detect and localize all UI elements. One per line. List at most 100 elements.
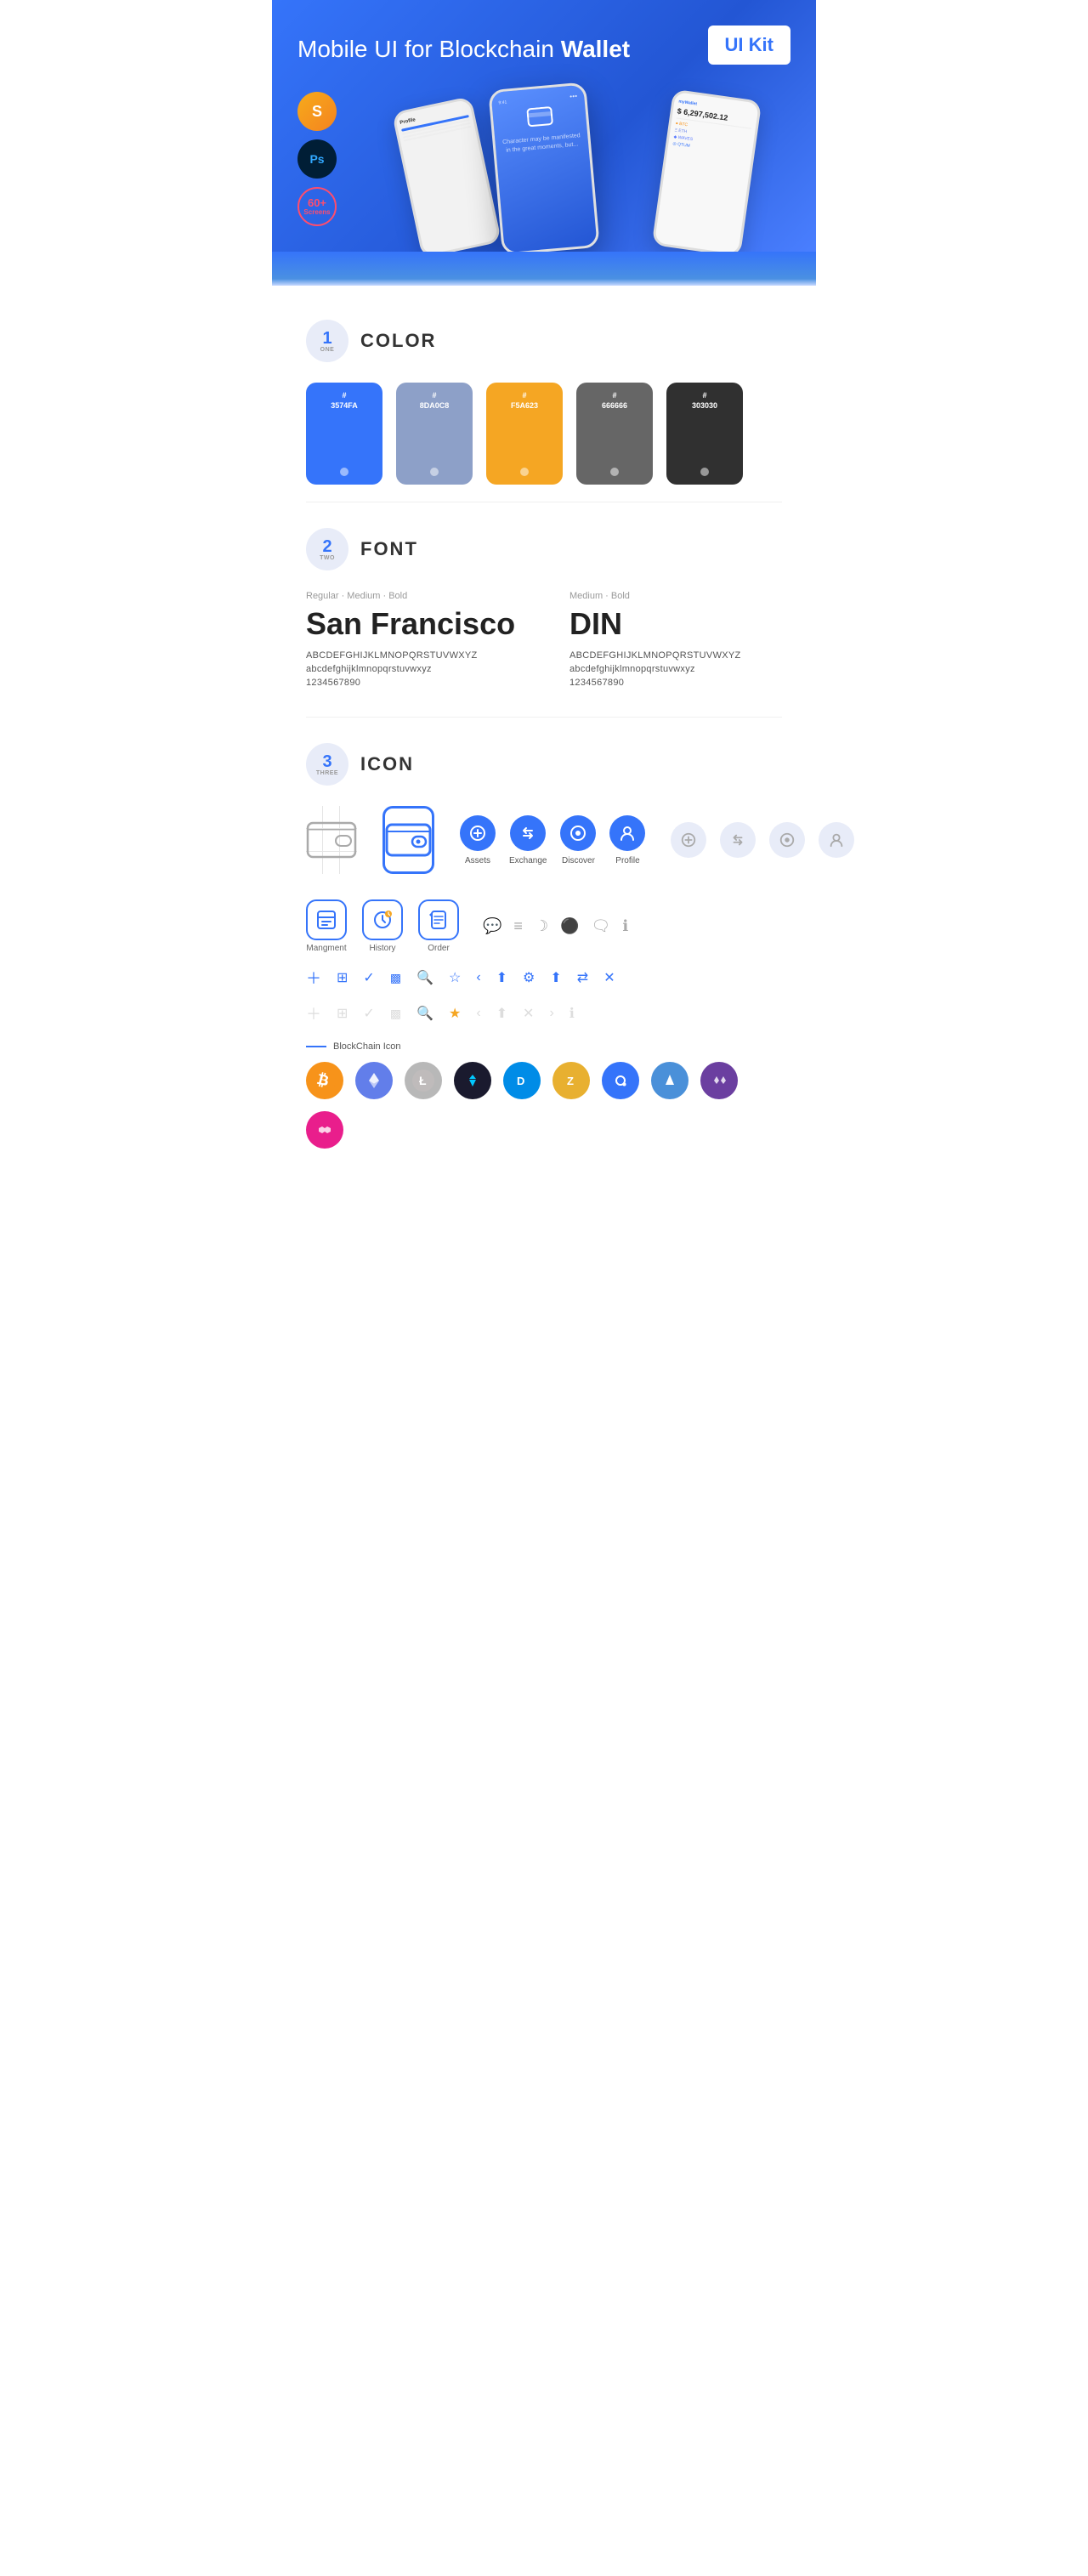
profile-icon [618, 824, 637, 843]
nav-icon-discover: Discover [560, 815, 596, 865]
management-icon-border [306, 899, 347, 940]
polygon-icon [313, 1118, 337, 1142]
exchange-circle [510, 815, 546, 851]
swatch-card-grayblue: #8DA0C8 [396, 383, 473, 485]
stratis-coin [454, 1062, 491, 1099]
num-badge-1: 1 ONE [306, 320, 348, 362]
stratis-icon [461, 1069, 484, 1092]
color-title: COLOR [360, 330, 436, 352]
augur-icon [658, 1069, 682, 1092]
font-col-din: Medium · Bold DIN ABCDEFGHIJKLMNOPQRSTUV… [570, 591, 782, 691]
nano-icon [707, 1069, 731, 1092]
polygon-coin [306, 1111, 343, 1149]
svg-text:D: D [517, 1075, 524, 1087]
font-section: 2 TWO FONT Regular · Medium · Bold San F… [272, 502, 816, 717]
color-swatch-dark: #303030 [666, 383, 743, 485]
share-icon-ghost: ⬆ [496, 1005, 507, 1022]
wallet-solid-icon [385, 820, 432, 860]
font-name-sf: San Francisco [306, 606, 518, 642]
qr-icon-ghost: ▩ [390, 1007, 401, 1021]
ghost-discover-icon [769, 822, 805, 858]
history-label: History [369, 944, 395, 953]
ghost-icons-group [671, 822, 854, 858]
ghost-exchange-icon [720, 822, 756, 858]
forward-icon-ghost: › [549, 1006, 553, 1021]
nav-icon-profile: Profile [609, 815, 645, 865]
augur-coin [651, 1062, 688, 1099]
swap-icon-active: ⇄ [577, 969, 588, 986]
profile-label: Profile [615, 856, 639, 865]
ghost-profile-icon [819, 822, 854, 858]
blockchain-line [306, 1046, 326, 1047]
dash-coin: D [503, 1062, 541, 1099]
zcash-icon: Z [559, 1069, 583, 1092]
font-nums-sf: 1234567890 [306, 678, 518, 688]
utility-icons-active: ＋ ⊞ ✓ ▩ 🔍 ☆ ‹ ⬆ ⚙ ⬆ ⇄ ✕ [306, 967, 782, 989]
upload-icon-active: ⬆ [550, 969, 561, 986]
nav-icons-group: Assets Exchange Discove [460, 815, 645, 865]
num-badge-2: 2 TWO [306, 528, 348, 570]
section-number-icon: 3 THREE ICON [306, 743, 782, 786]
crypto-coins-row: Ł D Z [306, 1062, 782, 1149]
screens-badge: 60+ Screens [298, 187, 337, 226]
font-lower-sf: abcdefghijklmnopqrstuvwxyz [306, 664, 518, 674]
color-swatch-orange: #F5A623 [486, 383, 563, 485]
color-swatch-blue: #3574FA [306, 383, 382, 485]
back-icon-ghost: ‹ [476, 1006, 480, 1021]
blockchain-text: BlockChain Icon [333, 1041, 401, 1052]
swatch-card-orange: #F5A623 [486, 383, 563, 485]
font-name-din: DIN [570, 606, 782, 642]
order-icon [427, 908, 450, 932]
zcash-coin: Z [552, 1062, 590, 1099]
nano-coin [700, 1062, 738, 1099]
icon-section: 3 THREE ICON [272, 718, 816, 1200]
history-icon-item: History [362, 899, 403, 953]
assets-icon [468, 824, 487, 843]
discover-circle [560, 815, 596, 851]
layers-icon: ≡ [513, 917, 523, 935]
close-icon-ghost: ✕ [523, 1005, 534, 1022]
color-section: 1 ONE COLOR #3574FA #8DA0C8 #F5A623 [272, 286, 816, 502]
font-lower-din: abcdefghijklmnopqrstuvwxyz [570, 664, 782, 674]
phone-right: myWallet $ 6,297,502.12 ● BTC Ξ ETH ◆ WA… [651, 89, 762, 252]
swatch-card-gray: #666666 [576, 383, 653, 485]
ghost-icons-row [671, 822, 854, 858]
back-icon-active: ‹ [476, 970, 480, 985]
phone-center: 9:41●●● Character may be manifested in t… [488, 82, 600, 252]
hero-section: Mobile UI for Blockchain Wallet UI Kit S… [272, 0, 816, 252]
litecoin-coin: Ł [405, 1062, 442, 1099]
sketch-icon: S [298, 92, 337, 131]
search-icon-active: 🔍 [416, 969, 434, 986]
wallet-solid-icon-container [382, 806, 434, 874]
font-type-din: Medium · Bold [570, 591, 782, 601]
close-icon-active: ✕ [604, 969, 615, 986]
profile-circle [609, 815, 645, 851]
svg-text:Ł: Ł [419, 1074, 427, 1087]
info-icon: ℹ [622, 917, 628, 935]
info-icon-ghost: ℹ [570, 1005, 575, 1022]
bitcoin-coin [306, 1062, 343, 1099]
color-swatch-gray-blue: #8DA0C8 [396, 383, 473, 485]
qtum-coin [602, 1062, 639, 1099]
color-swatch-gray: #666666 [576, 383, 653, 485]
font-title: FONT [360, 538, 418, 560]
history-icon-border [362, 899, 403, 940]
swatch-card-dark: #303030 [666, 383, 743, 485]
font-upper-sf: ABCDEFGHIJKLMNOPQRSTUVWXYZ [306, 650, 518, 661]
ethereum-icon [362, 1069, 386, 1092]
ghost-assets-icon [671, 822, 706, 858]
svg-text:Z: Z [567, 1075, 574, 1087]
edit-icon-active: ⊞ [337, 969, 348, 986]
assets-circle [460, 815, 496, 851]
phone-left: Profile [391, 96, 501, 252]
swatch-card-blue: #3574FA [306, 383, 382, 485]
assets-label: Assets [465, 856, 490, 865]
order-icon-item: Order [418, 899, 459, 953]
color-swatches-container: #3574FA #8DA0C8 #F5A623 #666666 #303 [306, 383, 782, 485]
icon-title: ICON [360, 753, 414, 775]
qr-icon-active: ▩ [390, 971, 401, 985]
num-badge-3: 3 THREE [306, 743, 348, 786]
moon-icon: ☽ [535, 917, 548, 935]
edit-icon-ghost: ⊞ [337, 1005, 348, 1022]
circle-icon: ⚫ [560, 917, 579, 935]
